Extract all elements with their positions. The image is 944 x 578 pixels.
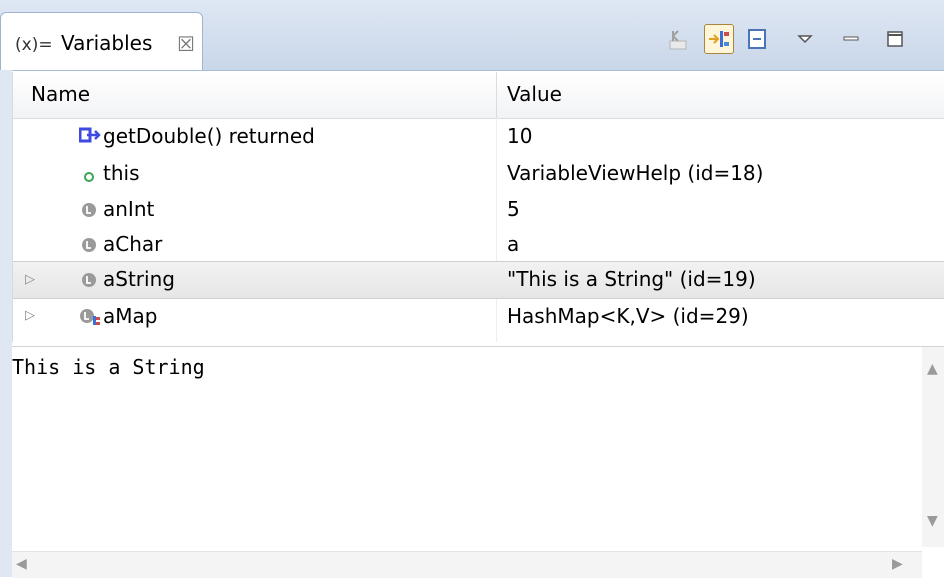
table-row-selected[interactable]: ▷ aString "This is a String" (id=19) — [13, 261, 944, 299]
table-row[interactable]: aChar a — [13, 226, 944, 264]
table-row[interactable]: anInt 5 — [13, 191, 944, 229]
view-tab-bar: (x)= Variables ☒ — [0, 0, 944, 71]
variable-name: aString — [103, 267, 175, 291]
column-divider[interactable] — [496, 72, 497, 118]
column-header-value[interactable]: Value — [507, 82, 562, 106]
local-variable-icon — [81, 272, 97, 292]
minimize-icon[interactable] — [836, 24, 866, 54]
show-logical-structure-icon[interactable] — [704, 24, 734, 54]
local-variable-icon — [81, 237, 97, 257]
expand-arrow-icon[interactable]: ▷ — [25, 308, 35, 323]
tab-variables[interactable]: (x)= Variables ☒ — [0, 12, 203, 70]
show-type-names-icon[interactable] — [664, 24, 694, 54]
variable-value: "This is a String" (id=19) — [507, 267, 756, 291]
logical-structure-variable-icon — [79, 308, 101, 330]
variable-name: aChar — [103, 232, 163, 256]
view-menu-icon[interactable] — [790, 24, 820, 54]
table-row[interactable]: getDouble() returned 10 — [13, 118, 944, 156]
vertical-scrollbar[interactable]: ▲ ▼ — [922, 347, 944, 547]
variable-name: aMap — [103, 304, 158, 328]
maximize-icon[interactable] — [880, 24, 910, 54]
scroll-up-icon[interactable]: ▲ — [927, 361, 938, 377]
tab-title: Variables — [61, 31, 153, 55]
scroll-down-icon[interactable]: ▼ — [927, 513, 938, 529]
variable-value: 10 — [507, 124, 533, 148]
variable-name: this — [103, 161, 140, 185]
variables-table: Name Value getDouble() returned 10 this … — [12, 72, 944, 342]
this-object-icon — [83, 168, 95, 187]
horizontal-scrollbar[interactable]: ◀ ▶ — [12, 551, 922, 578]
collapse-all-icon[interactable] — [742, 24, 772, 54]
detail-pane[interactable]: This is a String ▲ ▼ ◀ ▶ — [12, 346, 944, 578]
local-variable-icon — [81, 202, 97, 222]
variable-name: getDouble() returned — [103, 124, 315, 148]
variable-value: 5 — [507, 197, 520, 221]
variable-value: HashMap<K,V> (id=29) — [507, 304, 749, 328]
expand-arrow-icon[interactable]: ▷ — [25, 272, 35, 287]
variable-value: a — [507, 232, 520, 256]
column-header-name[interactable]: Name — [31, 82, 90, 106]
variables-view-icon: (x)= — [15, 35, 53, 55]
variable-value: VariableViewHelp (id=18) — [507, 161, 764, 185]
variable-name: anInt — [103, 197, 155, 221]
method-return-icon — [78, 127, 101, 147]
detail-text[interactable]: This is a String — [12, 355, 205, 379]
scroll-right-icon[interactable]: ▶ — [892, 556, 903, 572]
table-row[interactable]: ▷ aMap HashMap<K,V> (id=29) — [13, 298, 944, 336]
scroll-left-icon[interactable]: ◀ — [16, 556, 27, 572]
table-header: Name Value — [13, 72, 944, 119]
left-border — [0, 70, 12, 577]
table-row[interactable]: this VariableViewHelp (id=18) — [13, 155, 944, 193]
close-icon[interactable]: ☒ — [177, 32, 195, 56]
